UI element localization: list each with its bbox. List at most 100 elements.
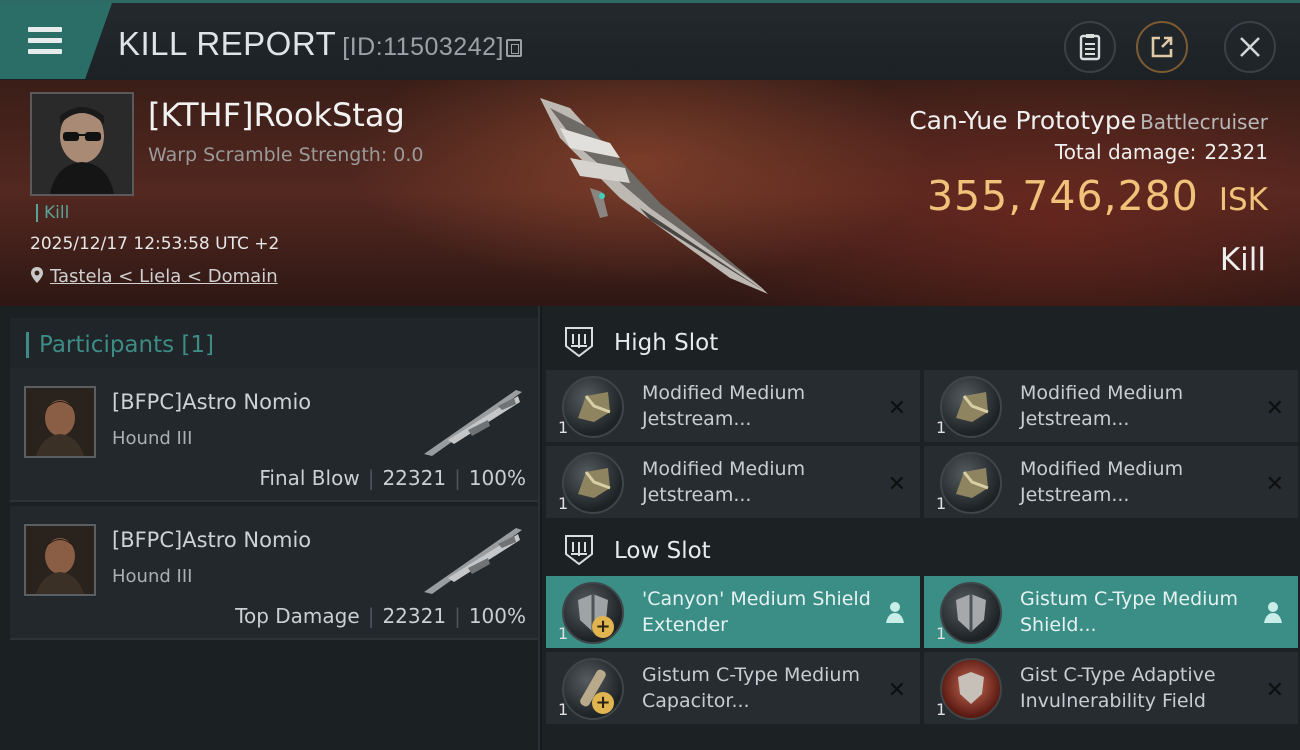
victim-avatar[interactable] — [30, 92, 134, 196]
divider: | — [454, 604, 461, 628]
shield-extender-icon — [940, 582, 1002, 644]
afterburner-module-icon — [562, 452, 624, 514]
pilot-portrait-icon — [26, 526, 94, 594]
module-name: Gist C-Type Adaptive Invulnerability Fie… — [1020, 664, 1216, 712]
module-item[interactable]: 1 Modified Medium Jetstream... ✕ — [924, 370, 1298, 442]
afterburner-module-icon — [940, 376, 1002, 438]
victim-ship-image[interactable] — [530, 88, 780, 298]
invulnerability-field-icon — [940, 658, 1002, 720]
total-damage: Total damage: 22321 — [1055, 140, 1268, 164]
module-name: Modified Medium Jetstream... — [1020, 458, 1184, 506]
participant-ship: Hound III — [112, 428, 193, 449]
module-item[interactable]: 1 Gistum C-Type Medium Shield... — [924, 576, 1298, 648]
module-quantity: 1 — [936, 700, 947, 719]
plus-icon: + — [592, 692, 614, 714]
participant-stats: Top Damage | 22321 | 100% — [235, 604, 526, 628]
module-item[interactable]: 1 Modified Medium Jetstream... ✕ — [546, 370, 920, 442]
module-quantity: 1 — [936, 624, 947, 643]
kill-id: [ID:11503242] — [342, 33, 504, 61]
participant-role: Final Blow — [259, 466, 360, 490]
participant-avatar[interactable] — [24, 386, 96, 458]
participant-row[interactable]: [BFPC]Astro Nomio Hound III Final Blow | 2… — [10, 368, 538, 502]
module-item[interactable]: 1 Modified Medium Jetstream... ✕ — [924, 446, 1298, 518]
module-quantity: 1 — [558, 418, 569, 437]
copy-icon[interactable] — [505, 39, 522, 57]
participant-damage: 22321 — [382, 604, 447, 628]
divider: | — [454, 466, 461, 490]
capacitor-battery-icon — [562, 658, 624, 720]
participant-percent: 100% — [468, 466, 526, 490]
divider: | — [367, 604, 375, 628]
destroyed-icon: ✕ — [887, 396, 906, 421]
module-name: Modified Medium Jetstream... — [642, 458, 806, 506]
total-damage-value: 22321 — [1204, 140, 1268, 164]
module-quantity: 1 — [936, 418, 947, 437]
participant-name[interactable]: [BFPC]Astro Nomio — [112, 528, 311, 552]
close-button[interactable] — [1224, 21, 1276, 73]
menu-icon-bar — [28, 38, 62, 43]
participant-damage: 22321 — [382, 466, 447, 490]
clipboard-button[interactable] — [1064, 21, 1116, 73]
kill-location[interactable]: Tastela < Liela < Domain — [30, 266, 278, 287]
participant-ship: Hound III — [112, 566, 193, 587]
clipboard-icon — [1079, 34, 1101, 61]
kill-tag: Kill — [36, 204, 69, 222]
participant-role: Top Damage — [235, 604, 360, 628]
participant-ship-image — [424, 528, 522, 594]
participant-stats: Final Blow | 22321 | 100% — [259, 466, 526, 490]
module-name: Gistum C-Type Medium Shield... — [1020, 588, 1238, 636]
ship-name: Can-Yue Prototype — [909, 106, 1137, 135]
menu-button[interactable] — [0, 3, 112, 79]
low-slot-header: Low Slot — [542, 520, 1300, 578]
kill-result: Kill — [1219, 242, 1266, 278]
participant-avatar[interactable] — [24, 524, 96, 596]
afterburner-module-icon — [940, 452, 1002, 514]
participant-ship-image — [424, 390, 522, 456]
module-item[interactable]: 1 Modified Medium Jetstream... ✕ — [546, 446, 920, 518]
location-pin-icon — [31, 267, 43, 283]
module-quantity: 1 — [558, 494, 569, 513]
isk-value: 355,746,280 ISK — [927, 172, 1268, 220]
location-link[interactable]: Tastela < Liela < Domain — [50, 266, 278, 287]
low-slot-icon — [565, 535, 593, 566]
close-icon — [1240, 37, 1260, 57]
pilot-portrait-icon — [32, 94, 132, 194]
participant-percent: 100% — [468, 604, 526, 628]
kill-datetime: 2025/12/17 12:53:58 UTC +2 — [30, 234, 280, 254]
dropped-pilot-icon — [1264, 602, 1282, 623]
module-name: Modified Medium Jetstream... — [1020, 382, 1184, 430]
participants-header: Participants [1] — [10, 318, 538, 372]
warp-scramble-strength: Warp Scramble Strength: 0.0 — [148, 144, 424, 166]
share-button[interactable] — [1136, 21, 1188, 73]
share-icon — [1151, 36, 1173, 58]
low-slot-title: Low Slot — [614, 538, 711, 564]
high-slot-icon — [565, 327, 593, 358]
total-damage-label: Total damage: — [1054, 140, 1197, 164]
destroyed-icon: ✕ — [1265, 472, 1284, 497]
menu-icon-bar — [28, 49, 62, 54]
high-slot-title: High Slot — [614, 330, 719, 356]
destroyed-icon: ✕ — [887, 472, 906, 497]
participant-name[interactable]: [BFPC]Astro Nomio — [112, 390, 311, 414]
module-item[interactable]: + 1 'Canyon' Medium Shield Extender — [546, 576, 920, 648]
title-bar: KILL REPORT [ID:11503242] — [0, 0, 1300, 80]
participant-row[interactable]: [BFPC]Astro Nomio Hound III Top Damage | 2… — [10, 506, 538, 640]
module-quantity: 1 — [936, 494, 947, 513]
module-name: Gistum C-Type Medium Capacitor... — [642, 664, 860, 712]
participants-title: Participants [1] — [26, 332, 214, 358]
plus-icon: + — [592, 616, 614, 638]
module-item[interactable]: 1 Gist C-Type Adaptive Invulnerability F… — [924, 652, 1298, 724]
victim-header: [KTHF]RookStag Warp Scramble Strength: 0… — [0, 80, 1300, 306]
dropped-pilot-icon — [886, 602, 904, 623]
pilot-portrait-icon — [26, 388, 94, 456]
menu-icon — [28, 27, 62, 32]
module-item[interactable]: + 1 Gistum C-Type Medium Capacitor... ✕ — [546, 652, 920, 724]
victim-name[interactable]: [KTHF]RookStag — [148, 96, 405, 134]
high-slot-header: High Slot — [542, 312, 1300, 370]
isk-amount: 355,746,280 — [927, 172, 1199, 220]
victim-ship-type[interactable]: Can-Yue Prototype Battlecruiser — [909, 106, 1268, 135]
title-text: KILL REPORT — [118, 25, 337, 62]
ship-class: Battlecruiser — [1140, 110, 1268, 134]
destroyed-icon: ✕ — [1265, 396, 1284, 421]
module-quantity: 1 — [558, 624, 569, 643]
